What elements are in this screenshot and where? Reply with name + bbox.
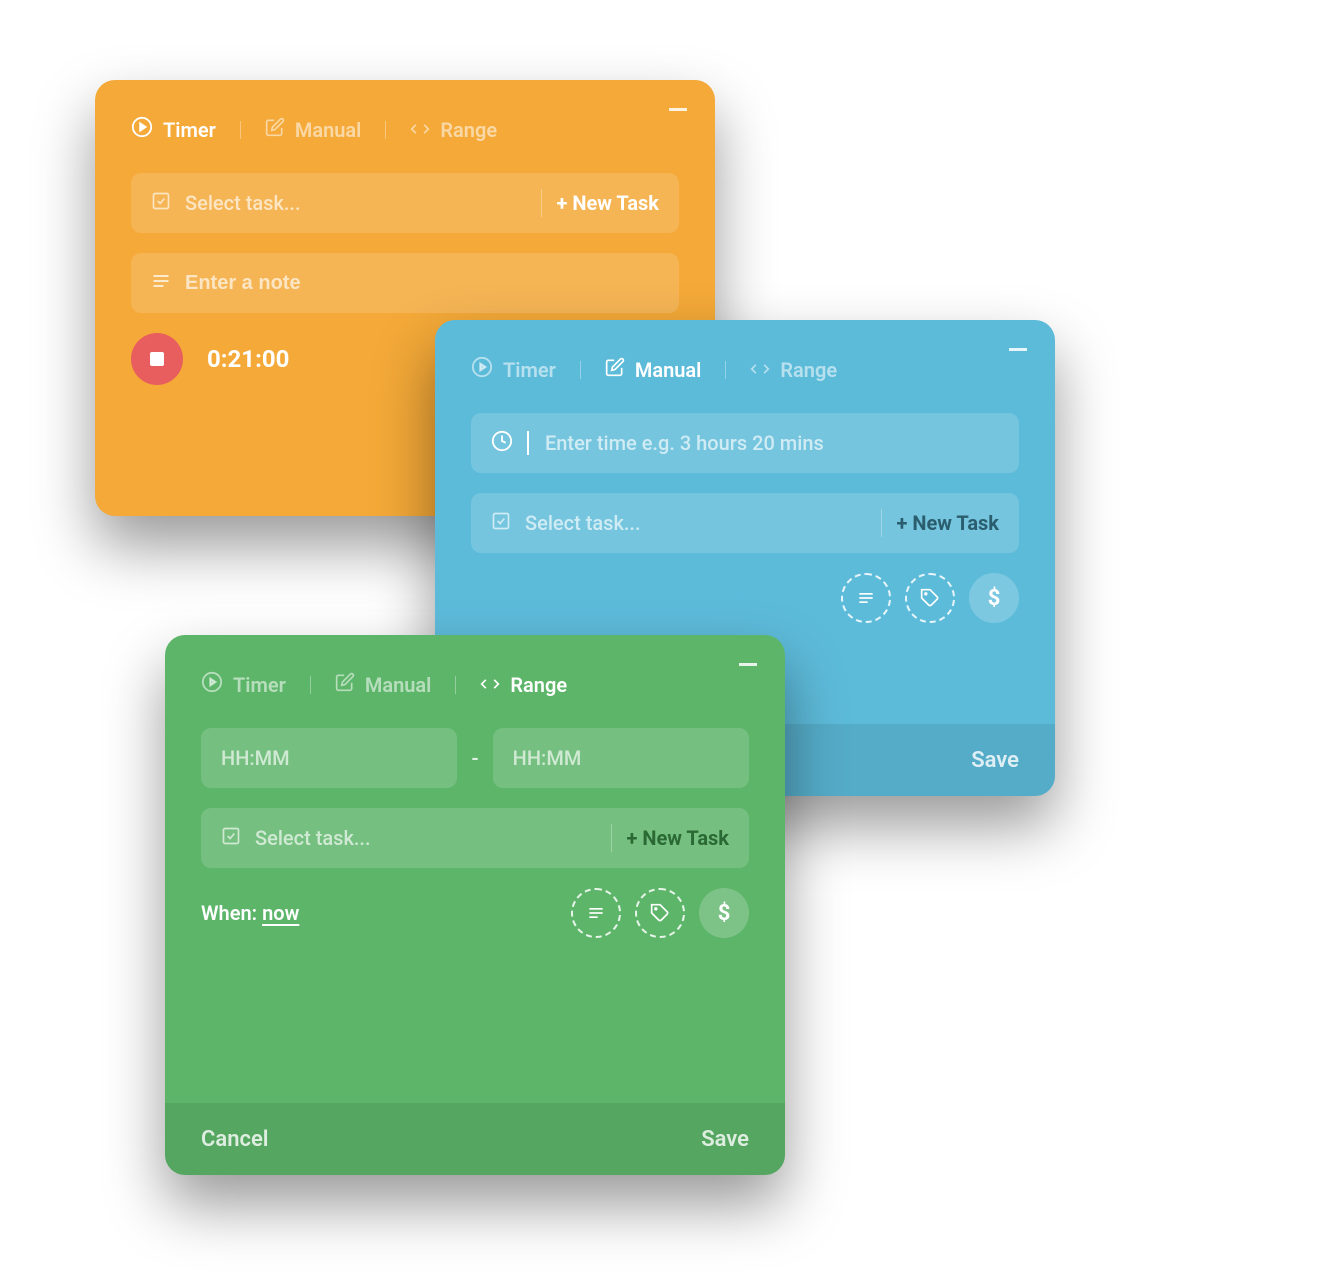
- cancel-button[interactable]: Cancel: [201, 1127, 269, 1152]
- tab-divider: [385, 121, 386, 139]
- tab-label: Range: [440, 118, 497, 142]
- tab-divider: [310, 676, 311, 694]
- clock-icon: [491, 430, 513, 456]
- note-input[interactable]: [185, 272, 659, 295]
- notes-option-button[interactable]: [841, 573, 891, 623]
- check-square-icon: [491, 511, 511, 535]
- time-range-row: HH:MM - HH:MM: [201, 728, 749, 788]
- minimize-button[interactable]: [1009, 348, 1027, 351]
- tab-timer[interactable]: Timer: [471, 356, 556, 383]
- when-label: When:: [201, 901, 262, 925]
- new-task-button[interactable]: + New Task: [556, 191, 659, 215]
- time-field[interactable]: Enter time e.g. 3 hours 20 mins: [471, 413, 1019, 473]
- mode-tabs: Timer Manual Range: [201, 671, 749, 698]
- new-task-button[interactable]: + New Task: [626, 826, 729, 850]
- start-time-placeholder: HH:MM: [221, 746, 290, 770]
- play-circle-icon: [201, 671, 223, 698]
- stop-record-button[interactable]: [131, 333, 183, 385]
- tab-divider: [240, 121, 241, 139]
- tab-label: Timer: [163, 118, 216, 142]
- end-time-input[interactable]: HH:MM: [493, 728, 749, 788]
- time-placeholder: Enter time e.g. 3 hours 20 mins: [545, 431, 999, 455]
- tab-label: Range: [780, 358, 837, 382]
- text-cursor: [527, 431, 529, 455]
- new-task-button[interactable]: + New Task: [896, 511, 999, 535]
- save-button[interactable]: Save: [971, 748, 1019, 773]
- tab-label: Timer: [233, 673, 286, 697]
- save-button[interactable]: Save: [701, 1127, 749, 1152]
- tab-manual[interactable]: Manual: [605, 357, 702, 382]
- tab-divider: [455, 676, 456, 694]
- end-time-placeholder: HH:MM: [513, 746, 582, 770]
- tags-option-button[interactable]: [905, 573, 955, 623]
- select-task-field[interactable]: Select task... + New Task: [131, 173, 679, 233]
- minimize-button[interactable]: [669, 108, 687, 111]
- minimize-button[interactable]: [739, 663, 757, 666]
- option-buttons: $: [841, 573, 1019, 623]
- note-field[interactable]: [131, 253, 679, 313]
- play-circle-icon: [131, 116, 153, 143]
- list-icon: [151, 271, 171, 295]
- select-task-field[interactable]: Select task... + New Task: [201, 808, 749, 868]
- tab-range[interactable]: Range: [480, 673, 567, 697]
- field-divider: [541, 189, 542, 217]
- edit-icon: [335, 672, 355, 697]
- tab-divider: [725, 361, 726, 379]
- range-separator: -: [471, 746, 478, 770]
- tab-timer[interactable]: Timer: [201, 671, 286, 698]
- tab-label: Timer: [503, 358, 556, 382]
- mode-tabs: Timer Manual Range: [471, 356, 1019, 383]
- range-arrows-icon: [750, 358, 770, 382]
- tags-option-button[interactable]: [635, 888, 685, 938]
- select-task-placeholder: Select task...: [255, 826, 597, 850]
- select-task-placeholder: Select task...: [525, 511, 867, 535]
- tab-manual[interactable]: Manual: [265, 117, 362, 142]
- dollar-icon: $: [988, 586, 1001, 611]
- select-task-field[interactable]: Select task... + New Task: [471, 493, 1019, 553]
- start-time-input[interactable]: HH:MM: [201, 728, 457, 788]
- billable-option-button[interactable]: $: [969, 573, 1019, 623]
- range-arrows-icon: [480, 673, 500, 697]
- tab-divider: [580, 361, 581, 379]
- field-divider: [611, 824, 612, 852]
- billable-option-button[interactable]: $: [699, 888, 749, 938]
- tab-label: Manual: [635, 358, 702, 382]
- select-task-placeholder: Select task...: [185, 191, 527, 215]
- options-row: $: [471, 573, 1019, 623]
- stop-icon: [150, 352, 164, 366]
- tab-range[interactable]: Range: [410, 118, 497, 142]
- dollar-icon: $: [718, 901, 731, 926]
- check-square-icon: [221, 826, 241, 850]
- timer-display: 0:21:00: [207, 345, 289, 373]
- play-circle-icon: [471, 356, 493, 383]
- when-value: now: [262, 901, 299, 925]
- when-selector[interactable]: When: now: [201, 901, 299, 925]
- mode-tabs: Timer Manual Range: [131, 116, 679, 143]
- range-card: Timer Manual Range HH:MM - HH:MM Sel: [165, 635, 785, 1175]
- range-arrows-icon: [410, 118, 430, 142]
- notes-option-button[interactable]: [571, 888, 621, 938]
- edit-icon: [605, 357, 625, 382]
- tab-range[interactable]: Range: [750, 358, 837, 382]
- card-actions: Cancel Save: [165, 1103, 785, 1175]
- tab-label: Range: [510, 673, 567, 697]
- tab-timer[interactable]: Timer: [131, 116, 216, 143]
- check-square-icon: [151, 191, 171, 215]
- field-divider: [881, 509, 882, 537]
- tab-label: Manual: [295, 118, 362, 142]
- option-buttons: $: [571, 888, 749, 938]
- tab-label: Manual: [365, 673, 432, 697]
- edit-icon: [265, 117, 285, 142]
- options-row: When: now $: [201, 888, 749, 938]
- tab-manual[interactable]: Manual: [335, 672, 432, 697]
